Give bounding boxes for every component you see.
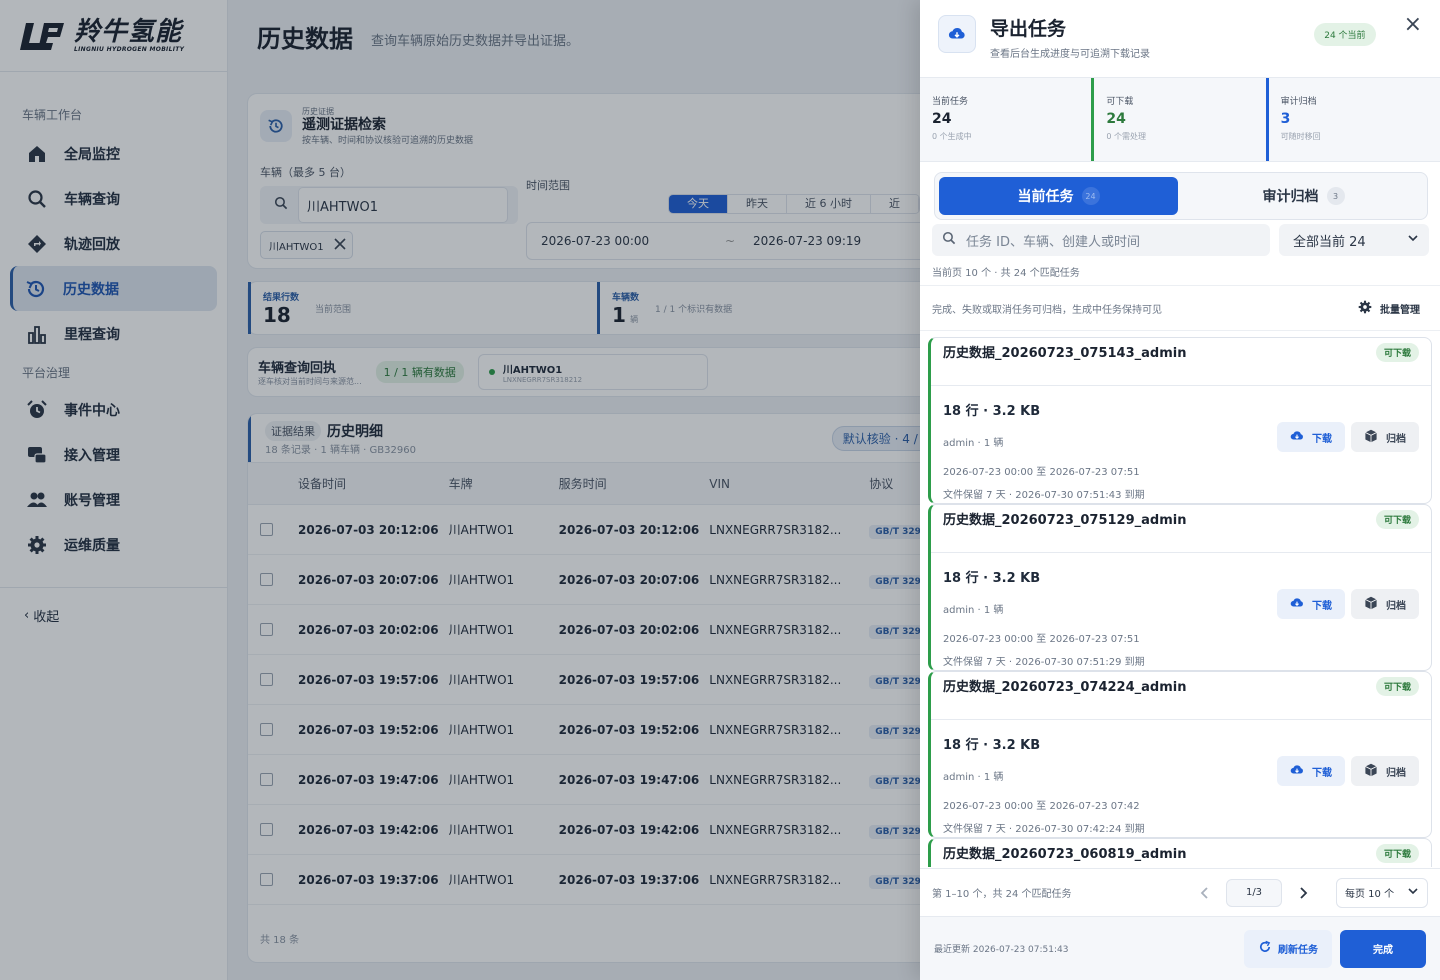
download-button[interactable]: 下载 bbox=[1277, 589, 1345, 619]
stat-hint: 0 个需处理 bbox=[1106, 132, 1146, 141]
task-filter-select[interactable]: 全部当前 24 bbox=[1279, 224, 1429, 256]
stat-hint: 可随时移回 bbox=[1280, 132, 1321, 141]
task-size: 18 行 · 3.2 KB bbox=[943, 571, 1041, 586]
tab-label: 当前任务 bbox=[1017, 189, 1074, 205]
stat-label: 可下载 bbox=[1106, 97, 1134, 107]
search-icon bbox=[942, 231, 956, 249]
drawer-title: 导出任务 bbox=[990, 18, 1067, 40]
gear-icon bbox=[1358, 300, 1372, 317]
tab-count: 24 bbox=[1081, 187, 1100, 205]
refresh-icon bbox=[1258, 940, 1272, 957]
archive-label: 归档 bbox=[1386, 767, 1406, 779]
drawer-footer: 最近更新 2026-07-23 07:51:43 刷新任务 完成 bbox=[920, 916, 1440, 980]
task-retention: 文件保留 7 天 · 2026-07-30 07:51:29 到期 bbox=[943, 657, 1145, 668]
download-button[interactable]: 下载 bbox=[1277, 422, 1345, 452]
drawer-tabs: 当前任务 24 审计归档 3 bbox=[934, 172, 1428, 220]
last-updated: 最近更新 2026-07-23 07:51:43 bbox=[934, 945, 1069, 955]
tab-current-tasks[interactable]: 当前任务 24 bbox=[939, 177, 1178, 215]
filter-value: 全部当前 24 bbox=[1293, 234, 1366, 250]
archive-box-icon bbox=[1364, 763, 1378, 780]
modal-backdrop[interactable] bbox=[0, 0, 920, 980]
archive-label: 归档 bbox=[1386, 433, 1406, 445]
cloud-download-icon bbox=[1290, 596, 1304, 613]
search-placeholder: 任务 ID、车辆、创建人或时间 bbox=[966, 234, 1140, 250]
download-button[interactable]: 下载 bbox=[1277, 756, 1345, 786]
task-name: 历史数据_20260723_074224_admin bbox=[943, 680, 1187, 695]
stat-hint: 0 个生成中 bbox=[932, 132, 972, 141]
task-name: 历史数据_20260723_075129_admin bbox=[943, 513, 1187, 528]
task-status-badge: 可下载 bbox=[1375, 677, 1419, 696]
chevron-down-icon bbox=[1407, 885, 1419, 900]
export-task-card[interactable]: 历史数据_20260723_075129_admin 可下载 18 行 · 3.2 … bbox=[928, 504, 1432, 671]
export-task-card[interactable]: 历史数据_20260723_075143_admin 可下载 18 行 · 3.2 … bbox=[928, 337, 1432, 504]
refresh-tasks-button[interactable]: 刷新任务 bbox=[1244, 929, 1332, 968]
task-search-input[interactable]: 任务 ID、车辆、创建人或时间 bbox=[932, 224, 1270, 256]
task-name: 历史数据_20260723_075143_admin bbox=[943, 346, 1187, 361]
task-status-badge: 可下载 bbox=[1375, 343, 1419, 362]
archive-button[interactable]: 归档 bbox=[1351, 589, 1419, 619]
task-pager: 第 1–10 个，共 24 个匹配任务 1/3 每页 10 个 bbox=[920, 868, 1440, 916]
task-retention: 文件保留 7 天 · 2026-07-30 07:42:24 到期 bbox=[943, 824, 1145, 835]
stat-label: 当前任务 bbox=[932, 97, 969, 107]
download-label: 下载 bbox=[1312, 433, 1332, 445]
task-status-badge: 可下载 bbox=[1375, 844, 1419, 863]
archive-button[interactable]: 归档 bbox=[1351, 422, 1419, 452]
page-indicator[interactable]: 1/3 bbox=[1226, 878, 1282, 907]
task-retention: 文件保留 7 天 · 2026-07-30 07:51:43 到期 bbox=[943, 490, 1145, 501]
stat-value: 3 bbox=[1280, 111, 1291, 127]
close-icon[interactable]: × bbox=[1404, 14, 1422, 36]
task-name: 历史数据_20260723_060819_admin bbox=[943, 847, 1187, 862]
cloud-download-icon bbox=[1290, 429, 1304, 446]
batch-manage-button[interactable]: 批量管理 bbox=[1358, 300, 1420, 317]
task-range: 2026-07-23 00:00 至 2026-07-23 07:42 bbox=[943, 801, 1140, 812]
page-size-select[interactable]: 每页 10 个 bbox=[1336, 877, 1428, 908]
task-size: 18 行 · 3.2 KB bbox=[943, 404, 1041, 419]
stat-value: 24 bbox=[1106, 111, 1126, 127]
archive-box-icon bbox=[1364, 596, 1378, 613]
archive-label: 归档 bbox=[1386, 600, 1406, 612]
export-task-card[interactable]: 历史数据_20260723_060819_admin 可下载 bbox=[928, 838, 1432, 867]
chevron-left-icon[interactable] bbox=[1192, 880, 1218, 906]
archive-button[interactable]: 归档 bbox=[1351, 756, 1419, 786]
task-size: 18 行 · 3.2 KB bbox=[943, 738, 1041, 753]
export-task-card[interactable]: 历史数据_20260723_074224_admin 可下载 18 行 · 3.2 … bbox=[928, 671, 1432, 838]
export-task-list: 历史数据_20260723_075143_admin 可下载 18 行 · 3.2 … bbox=[928, 337, 1432, 867]
stat-downloadable: 可下载 24 0 个需处理 bbox=[1091, 78, 1265, 161]
download-label: 下载 bbox=[1312, 767, 1332, 779]
current-count-badge: 24 个当前 bbox=[1314, 23, 1376, 46]
stat-archived: 审计归档 3 可随时移回 bbox=[1265, 78, 1440, 161]
done-button[interactable]: 完成 bbox=[1340, 929, 1426, 968]
task-page-meta: 当前页 10 个 · 共 24 个匹配任务 bbox=[932, 268, 1080, 279]
cloud-download-icon bbox=[1290, 763, 1304, 780]
cloud-download-icon bbox=[938, 15, 976, 53]
chevron-down-icon bbox=[1407, 232, 1419, 248]
task-status-badge: 可下载 bbox=[1375, 510, 1419, 529]
archive-note-bar: 完成、失败或取消任务可归档，生成中任务保持可见 批量管理 bbox=[920, 285, 1440, 331]
stat-value: 24 bbox=[932, 111, 952, 127]
refresh-label: 刷新任务 bbox=[1278, 945, 1318, 956]
archive-box-icon bbox=[1364, 429, 1378, 446]
archive-note: 完成、失败或取消任务可归档，生成中任务保持可见 bbox=[932, 304, 1162, 316]
export-tasks-drawer: 导出任务 查看后台生成进度与可追溯下载记录 24 个当前 × 当前任务 24 0… bbox=[920, 0, 1440, 980]
task-range: 2026-07-23 00:00 至 2026-07-23 07:51 bbox=[943, 467, 1140, 478]
tab-audit-archive[interactable]: 审计归档 3 bbox=[1184, 177, 1423, 215]
chevron-right-icon[interactable] bbox=[1290, 880, 1316, 906]
stat-label: 审计归档 bbox=[1280, 97, 1317, 107]
pager-summary: 第 1–10 个，共 24 个匹配任务 bbox=[932, 889, 1072, 900]
download-label: 下载 bbox=[1312, 600, 1332, 612]
drawer-subtitle: 查看后台生成进度与可追溯下载记录 bbox=[990, 49, 1150, 60]
batch-label: 批量管理 bbox=[1380, 304, 1420, 316]
page-size-value: 每页 10 个 bbox=[1345, 889, 1395, 900]
tab-count: 3 bbox=[1326, 187, 1345, 205]
task-range: 2026-07-23 00:00 至 2026-07-23 07:51 bbox=[943, 634, 1140, 645]
drawer-stats: 当前任务 24 0 个生成中 可下载 24 0 个需处理 审计归档 3 可随时移… bbox=[920, 78, 1440, 162]
tab-label: 审计归档 bbox=[1262, 189, 1319, 205]
stat-current: 当前任务 24 0 个生成中 bbox=[920, 78, 1091, 161]
